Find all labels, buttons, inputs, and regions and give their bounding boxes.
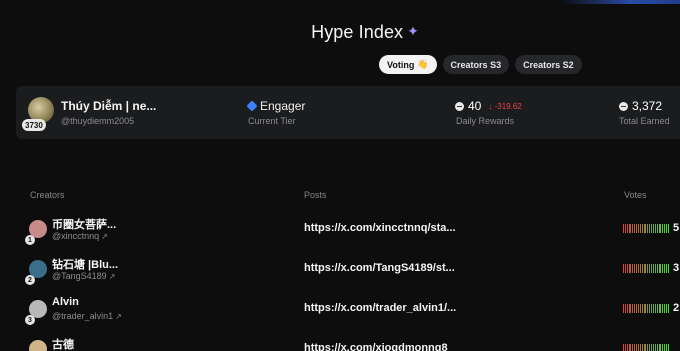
tier-value: Engager <box>246 99 306 113</box>
total-earned-amount: 3,372 <box>632 99 663 113</box>
daily-rewards-amount: 40 <box>468 99 482 113</box>
user-rank-badge: 3730 <box>22 119 46 131</box>
user-handle: @thuydiemm2005 <box>61 116 135 126</box>
creator-name: 币圈女菩萨... <box>52 219 117 231</box>
post-link[interactable]: https://x.com/xincctnnq/sta... <box>304 222 456 234</box>
tier-diamond-icon <box>246 100 258 112</box>
rank-badge: 2 <box>25 275 35 285</box>
tab-creators-s2[interactable]: Creators S2 <box>515 55 582 74</box>
table-row[interactable]: 3 Alvin @trader_alvin1 ↗ https://x.com/trade… <box>0 288 680 328</box>
daily-rewards-value: 40 ↓ -319.62 <box>455 99 522 113</box>
creator-handle-link[interactable]: @xincctnnq ↗ <box>52 231 108 241</box>
page-title: Hype Index <box>311 22 404 42</box>
creator-handle: @TangS4189 <box>52 271 107 281</box>
external-link-icon: ↗ <box>115 312 122 321</box>
page-header: Hype Index ✦ <box>0 22 680 43</box>
creator-handle: @xincctnnq <box>52 231 100 241</box>
creator-handle: @trader_alvin1 <box>52 311 114 321</box>
creator-name: 古德 <box>52 339 74 351</box>
column-header-posts: Posts <box>304 190 327 200</box>
tab-voting[interactable]: Voting 👋 <box>379 55 437 74</box>
creator-handle-link[interactable]: @trader_alvin1 ↗ <box>52 311 122 321</box>
top-accent-glow <box>560 0 680 4</box>
user-stats-card: 3730 Thúy Diễm | ne... @thuydiemm2005 En… <box>16 86 680 139</box>
rank-badge: 3 <box>25 315 35 325</box>
vote-count: 2 <box>673 302 680 314</box>
daily-rewards-delta: ↓ -319.62 <box>488 101 522 111</box>
post-link[interactable]: https://x.com/trader_alvin1/... <box>304 302 456 314</box>
vote-count: 3 <box>673 262 680 274</box>
tier-label: Current Tier <box>248 116 296 126</box>
table-row[interactable]: 1 币圈女菩萨... @xincctnnq ↗ https://x.com/xincct… <box>0 208 680 248</box>
tab-voting-label: Voting <box>387 59 415 70</box>
creator-name: 钻石塘 |Blu... <box>52 259 119 271</box>
coin-icon <box>455 101 464 111</box>
vote-meter <box>623 224 670 233</box>
rank-badge: 1 <box>25 235 35 245</box>
vote-count: 5 <box>673 222 680 234</box>
wave-hand-icon: 👋 <box>417 59 429 69</box>
post-link[interactable]: https://x.com/TangS4189/st... <box>304 262 455 274</box>
coin-icon <box>619 101 628 111</box>
tier-name: Engager <box>260 99 306 113</box>
vote-meter <box>623 264 670 273</box>
sparkle-icon: ✦ <box>407 23 419 39</box>
creator-name: Alvin <box>52 296 79 308</box>
total-earned-label: Total Earned <box>619 116 670 126</box>
tab-creators-s3-label: Creators S3 <box>450 59 502 70</box>
table-row[interactable]: 4古德@xiogdmonng8↗https://x.com/xiogdmonng… <box>0 328 680 351</box>
table-row[interactable]: 2 钻石塘 |Blu... @TangS4189 ↗ https://x.com/Tan… <box>0 248 680 288</box>
external-link-icon: ↗ <box>108 272 116 281</box>
column-header-creators: Creators <box>30 190 65 200</box>
tab-bar: Voting 👋 Creators S3 Creators S2 <box>379 55 582 74</box>
vote-meter <box>623 344 670 351</box>
vote-meter <box>623 304 670 313</box>
tab-creators-s3[interactable]: Creators S3 <box>442 55 510 74</box>
tab-creators-s2-label: Creators S2 <box>523 59 574 70</box>
column-header-votes: Votes <box>624 190 647 200</box>
daily-rewards-label: Daily Rewards <box>456 116 515 126</box>
creator-handle-link[interactable]: @TangS4189 ↗ <box>52 271 115 281</box>
creator-avatar[interactable] <box>29 340 47 351</box>
external-link-icon: ↗ <box>101 232 108 241</box>
total-earned-value: 3,372 <box>619 99 662 113</box>
post-link[interactable]: https://x.com/xiogdmonng8 <box>304 342 448 351</box>
user-name: Thúy Diễm | ne... <box>61 99 157 113</box>
